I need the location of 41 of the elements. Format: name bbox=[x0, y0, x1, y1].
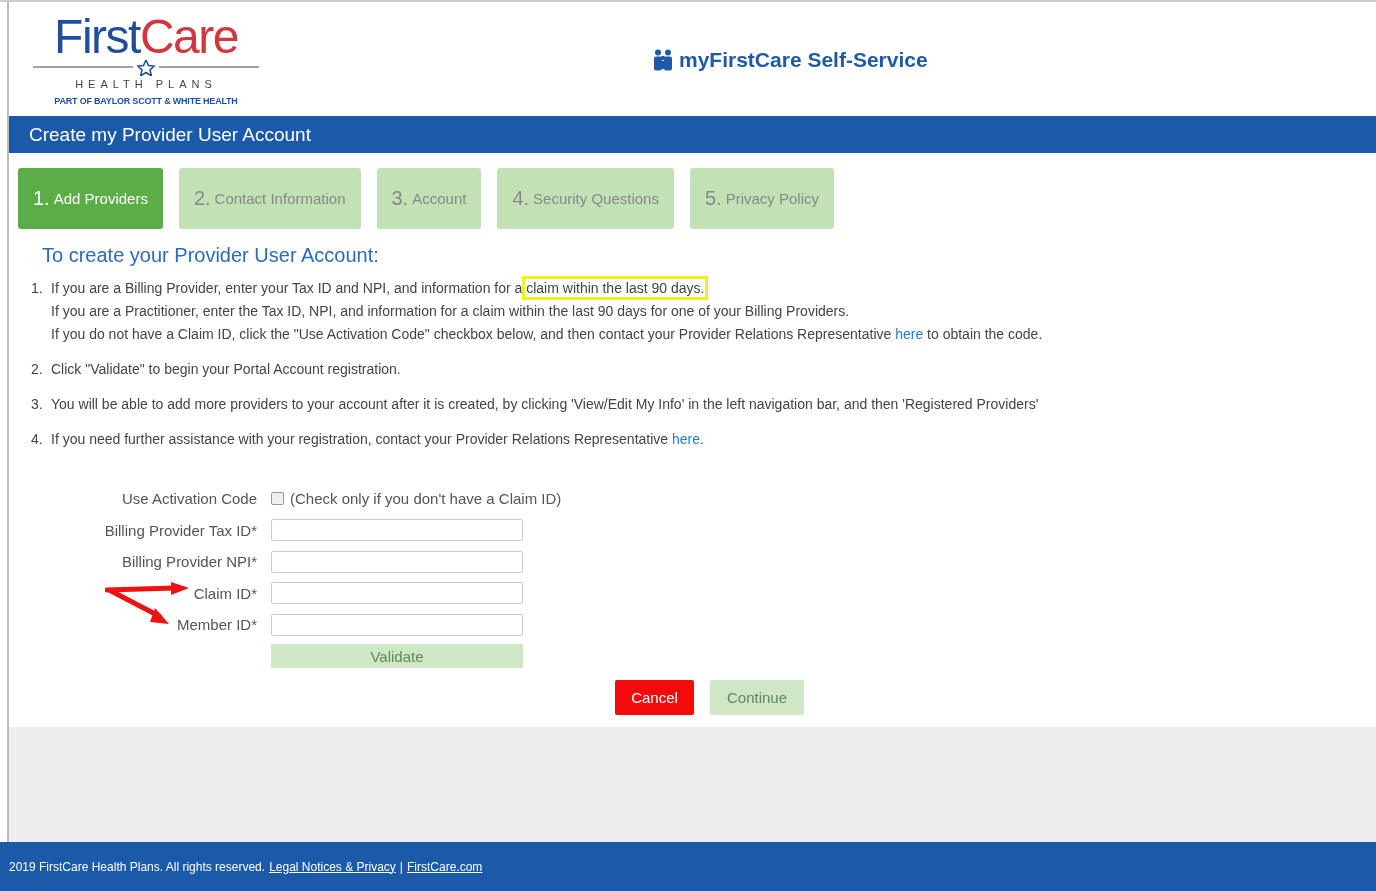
input-field[interactable] bbox=[271, 582, 523, 605]
instruction-text: If you are a Practitioner, enter the Tax ID, NPI, and information for a claim within the last 90 days for one of your Billing Providers. bbox=[51, 302, 851, 321]
copyright-text: 2019 FirstCare Health Plans. All rights reserved. bbox=[9, 859, 266, 874]
list-number: 2. bbox=[31, 360, 44, 379]
instruction-text: You will be able to add more providers to your account after it is created, by clicking 'View/Edit My Info' in the left navigation bar, and then 'Registered Providers' bbox=[51, 395, 1039, 414]
step-tab[interactable]: 4. Security Questions bbox=[497, 168, 674, 229]
field-label: Member ID* bbox=[175, 616, 258, 634]
list-number: 1. bbox=[31, 279, 44, 298]
link-separator: | bbox=[399, 859, 403, 874]
step-tab[interactable]: 3. Account bbox=[376, 168, 482, 229]
logo-tagline: HEALTH PLANS bbox=[75, 78, 217, 90]
step-tab[interactable]: 5. Privacy Policy bbox=[689, 168, 834, 229]
field-label: Use Activation Code bbox=[120, 490, 258, 508]
here-link[interactable]: here bbox=[895, 326, 924, 342]
step-tab[interactable]: 1. Add Providers bbox=[18, 168, 163, 229]
input-field[interactable] bbox=[271, 550, 523, 573]
step-tab[interactable]: 2. Contact Information bbox=[178, 168, 361, 229]
portal-title: myFirstCare Self-Service bbox=[679, 48, 928, 72]
activation-checkbox[interactable] bbox=[271, 492, 284, 506]
instruction-text: If you need further assistance with your registration, contact your Provider Relations Representative here. bbox=[51, 430, 704, 449]
field-label: Claim ID* bbox=[192, 584, 258, 602]
section-heading: To create your Provider User Account: bbox=[42, 244, 380, 267]
page-title: Create my Provider User Account bbox=[29, 123, 311, 146]
field-label: Billing Provider Tax ID* bbox=[103, 521, 258, 539]
list-number: 3. bbox=[31, 395, 44, 414]
list-number: 4. bbox=[31, 430, 44, 449]
checkbox-note: (Check only if you don't have a Claim ID) bbox=[290, 490, 562, 508]
people-icon bbox=[653, 49, 673, 71]
footer-link[interactable]: FirstCare.com bbox=[407, 859, 483, 874]
here-link[interactable]: here bbox=[672, 431, 700, 447]
footer-link[interactable]: Legal Notices & Privacy bbox=[269, 859, 396, 874]
instruction-text: If you are a Billing Provider, enter your Tax ID and NPI, and information for a claim within the last 90 days. bbox=[51, 277, 1043, 300]
brand-logo-text: FirstCare bbox=[54, 14, 238, 60]
input-field[interactable] bbox=[271, 519, 523, 542]
cancel-button[interactable]: Cancel bbox=[615, 680, 694, 715]
instruction-text: Click "Validate" to begin your Portal Account registration. bbox=[51, 360, 401, 379]
logo-subtitle: PART OF BAYLOR SCOTT & WHITE HEALTH bbox=[54, 96, 238, 106]
star-rule-icon bbox=[33, 60, 259, 76]
input-field[interactable] bbox=[271, 613, 523, 636]
instruction-text: If you do not have a Claim ID, click the "Use Activation Code" checkbox below, and then contact your Provider Relations Representative here to obtain the code. bbox=[51, 325, 1043, 344]
field-label: Billing Provider NPI* bbox=[120, 553, 258, 571]
